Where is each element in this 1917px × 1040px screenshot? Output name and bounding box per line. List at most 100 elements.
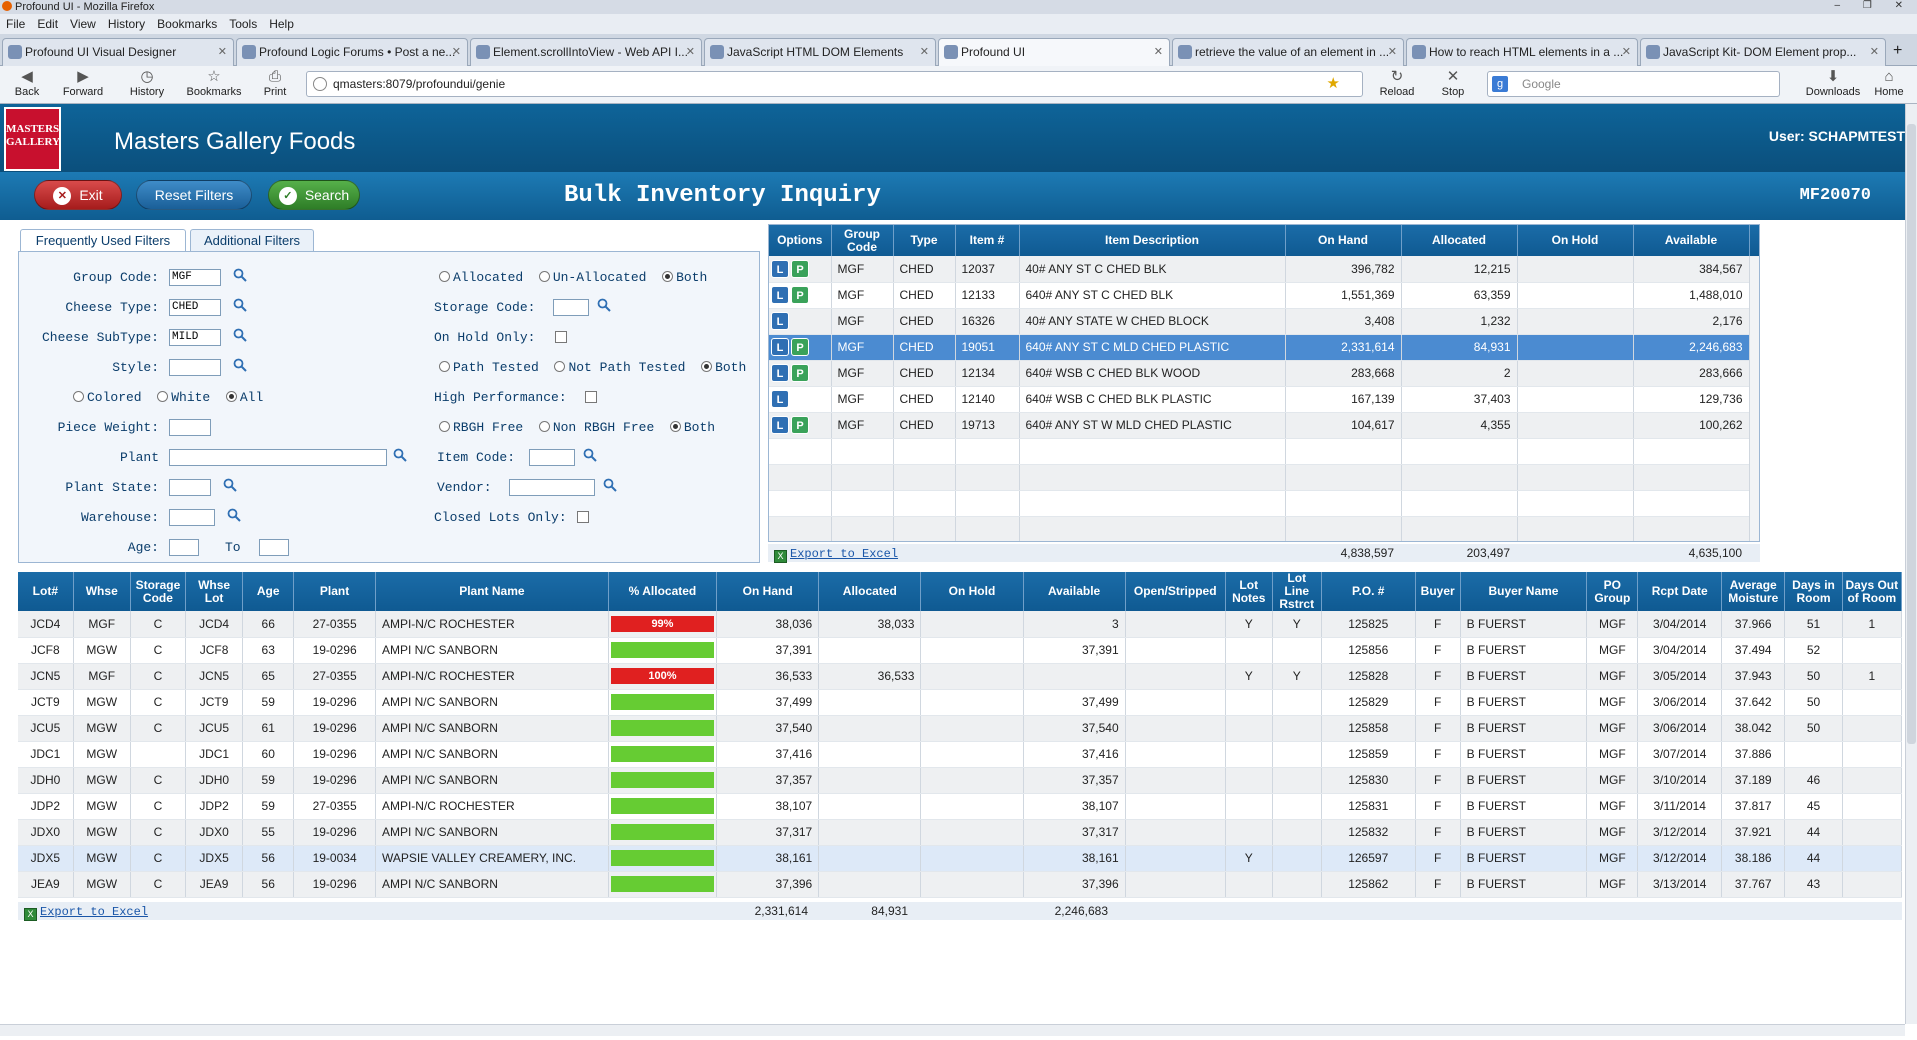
on-hold-only-checkbox[interactable] xyxy=(555,331,567,343)
lots-col-header[interactable]: Buyer xyxy=(1415,572,1461,611)
menu-help[interactable]: Help xyxy=(269,17,294,31)
close-tab-icon[interactable]: ✕ xyxy=(1388,39,1397,65)
scrollbar-thumb[interactable] xyxy=(1907,124,1916,744)
downloads-button[interactable]: ⬇ Downloads xyxy=(1802,68,1864,98)
table-row[interactable]: JCT9 MGW C JCT9 59 19-0296 AMPI N/C SANBORN 37,… xyxy=(18,689,1902,716)
items-col-header[interactable]: Options xyxy=(769,225,832,256)
age-to-input[interactable] xyxy=(259,539,289,556)
table-row[interactable]: JDH0 MGW C JDH0 59 19-0296 AMPI N/C SANBORN 37,… xyxy=(18,767,1902,794)
table-row[interactable]: L P MGF CHED 12134 640# WSB C CHED BLK WOOD 28… xyxy=(769,360,1759,387)
items-col-header[interactable]: On Hand xyxy=(1285,225,1402,256)
table-row[interactable]: JEA9 MGW C JEA9 56 19-0296 AMPI N/C SANBORN 37,… xyxy=(18,871,1902,898)
storage-code-input[interactable] xyxy=(553,299,589,316)
menu-tools[interactable]: Tools xyxy=(229,17,257,31)
lots-col-header[interactable]: Plant xyxy=(293,572,376,611)
menu-view[interactable]: View xyxy=(70,17,96,31)
forward-button[interactable]: ▶ Forward xyxy=(58,68,108,98)
exit-button[interactable]: ✕ Exit xyxy=(34,180,122,210)
table-row[interactable]: JCD4 MGF C JCD4 66 27-0355 AMPI-N/C ROCHESTER 9… xyxy=(18,611,1902,638)
plant-state-input[interactable] xyxy=(169,479,211,496)
unallocated-radio[interactable]: Un-Allocated xyxy=(538,270,646,285)
print-button[interactable]: P xyxy=(791,416,809,434)
home-button[interactable]: ⌂ Home xyxy=(1864,68,1914,98)
lots-col-header[interactable]: P.O. # xyxy=(1321,572,1416,611)
table-row[interactable]: L MGF CHED 12140 640# WSB C CHED BLK PLASTIC… xyxy=(769,386,1759,413)
table-row[interactable]: JDP2 MGW C JDP2 59 27-0355 AMPI-N/C ROCHESTER 3… xyxy=(18,793,1902,820)
lots-col-header[interactable]: Age xyxy=(242,572,295,611)
page-horizontal-scrollbar[interactable] xyxy=(0,1024,1905,1036)
vendor-input[interactable] xyxy=(509,479,595,496)
age-from-input[interactable] xyxy=(169,539,199,556)
table-row[interactable]: JCF8 MGW C JCF8 63 19-0296 AMPI N/C SANBORN 37,… xyxy=(18,637,1902,664)
export-to-excel-link[interactable]: X Export to Excel xyxy=(774,546,898,563)
close-tab-icon[interactable]: ✕ xyxy=(218,39,227,65)
all-radio[interactable]: All xyxy=(225,390,263,405)
table-row[interactable]: L P MGF CHED 19713 640# ANY ST W MLD CHED PLA… xyxy=(769,412,1759,439)
export-to-excel-link[interactable]: X Export to Excel xyxy=(24,904,148,921)
browser-tab[interactable]: Profound Logic Forums • Post a ne... ✕ xyxy=(236,38,468,66)
lot-detail-button[interactable]: L xyxy=(771,286,789,304)
bookmark-star-icon[interactable]: ★ xyxy=(1327,72,1340,96)
table-row[interactable]: L MGF CHED 16326 40# ANY STATE W CHED BLOCK 3… xyxy=(769,308,1759,335)
lots-col-header[interactable]: Open/Stripped xyxy=(1125,572,1226,611)
items-col-header[interactable]: On Hold xyxy=(1517,225,1634,256)
table-row[interactable]: L P MGF CHED 12133 640# ANY ST C CHED BLK 1,55… xyxy=(769,282,1759,309)
cheese-type-input[interactable]: CHED xyxy=(169,299,221,316)
high-performance-checkbox[interactable] xyxy=(585,391,597,403)
history-button[interactable]: ◷ History xyxy=(122,68,172,98)
piece-weight-input[interactable] xyxy=(169,419,211,436)
group-code-input[interactable]: MGF xyxy=(169,269,221,286)
lots-col-header[interactable]: Days in Room xyxy=(1784,572,1843,611)
tab-additional-filters[interactable]: Additional Filters xyxy=(190,229,314,251)
lots-col-header[interactable]: Lot# xyxy=(18,572,74,611)
table-row[interactable]: JDC1 MGW JDC1 60 19-0296 AMPI N/C SANBORN 37,4… xyxy=(18,741,1902,768)
new-tab-icon[interactable]: + xyxy=(1893,42,1902,60)
style-input[interactable] xyxy=(169,359,221,376)
table-row[interactable]: JDX5 MGW C JDX5 56 19-0034 WAPSIE VALLEY CREAM… xyxy=(18,845,1902,872)
closed-lots-only-checkbox[interactable] xyxy=(577,511,589,523)
lots-col-header[interactable]: Whse Lot xyxy=(185,572,244,611)
lot-detail-button[interactable]: L xyxy=(771,312,789,330)
print-button[interactable]: P xyxy=(791,259,809,278)
lot-detail-button[interactable]: L xyxy=(771,338,789,356)
warehouse-input[interactable] xyxy=(169,509,215,526)
not-path-tested-radio[interactable]: Not Path Tested xyxy=(554,360,685,375)
menu-edit[interactable]: Edit xyxy=(37,17,58,31)
non-rbgh-free-radio[interactable]: Non RBGH Free xyxy=(538,420,654,435)
table-row[interactable]: L P MGF CHED 19051 640# ANY ST C MLD CHED PLA… xyxy=(769,334,1759,361)
reset-filters-button[interactable]: Reset Filters xyxy=(136,180,252,210)
search-icon[interactable] xyxy=(233,268,247,282)
reload-button[interactable]: ↻ Reload xyxy=(1372,68,1422,98)
lots-col-header[interactable]: On Hand xyxy=(716,572,820,611)
lots-col-header[interactable]: % Allocated xyxy=(608,572,718,611)
search-icon[interactable] xyxy=(233,328,247,342)
lots-col-header[interactable]: Allocated xyxy=(818,572,922,611)
lots-col-header[interactable]: Lot Notes xyxy=(1225,572,1273,611)
white-radio[interactable]: White xyxy=(157,390,210,405)
close-tab-icon[interactable]: ✕ xyxy=(686,39,695,65)
tab-frequently-used-filters[interactable]: Frequently Used Filters xyxy=(20,229,186,252)
browser-tab[interactable]: JavaScript HTML DOM Elements ✕ xyxy=(704,38,936,66)
menu-bookmarks[interactable]: Bookmarks xyxy=(157,17,217,31)
items-col-header[interactable]: Type xyxy=(893,225,956,256)
table-row[interactable]: L P MGF CHED 12037 40# ANY ST C CHED BLK 396,7… xyxy=(769,256,1759,283)
browser-tab[interactable]: retrieve the value of an element in ... ✕ xyxy=(1172,38,1404,66)
lots-col-header[interactable]: Lot Line Rstrct xyxy=(1272,572,1322,611)
lots-col-header[interactable]: Rcpt Date xyxy=(1637,572,1723,611)
path-tested-radio[interactable]: Path Tested xyxy=(439,360,539,375)
print-button[interactable]: P xyxy=(791,338,809,356)
lot-detail-button[interactable]: L xyxy=(771,416,789,434)
items-col-header[interactable]: Allocated xyxy=(1401,225,1518,256)
items-grid-scrollbar[interactable] xyxy=(1749,257,1759,541)
browser-tab-active[interactable]: Profound UI ✕ xyxy=(938,38,1170,67)
lots-col-header[interactable]: PO Group xyxy=(1586,572,1639,611)
print-button[interactable]: P xyxy=(791,364,809,382)
close-tab-icon[interactable]: ✕ xyxy=(1622,39,1631,65)
search-button[interactable]: ✓ Search xyxy=(268,180,360,210)
close-tab-icon[interactable]: ✕ xyxy=(1870,39,1879,65)
lots-col-header[interactable]: Storage Code xyxy=(130,572,187,611)
table-row[interactable]: JCU5 MGW C JCU5 61 19-0296 AMPI N/C SANBORN 37,… xyxy=(18,715,1902,742)
items-col-header[interactable]: Available xyxy=(1633,225,1750,256)
search-icon[interactable] xyxy=(597,298,611,312)
cheese-subtype-input[interactable]: MILD xyxy=(169,329,221,346)
